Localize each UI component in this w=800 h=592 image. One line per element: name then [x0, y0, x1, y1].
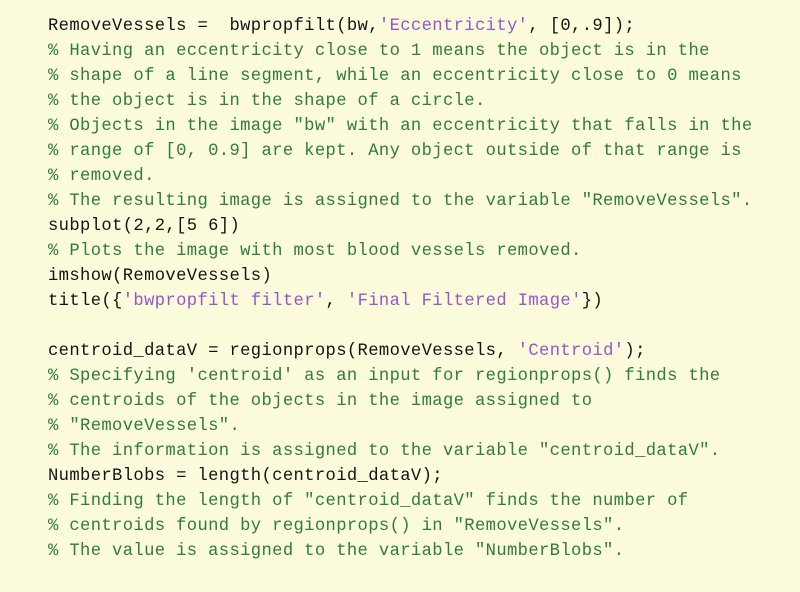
code-token-comment: % The information is assigned to the var… [48, 442, 721, 461]
code-line: centroid_dataV = regionprops(RemoveVesse… [48, 339, 800, 364]
code-token-plain: centroid_dataV = regionprops(RemoveVesse… [48, 342, 518, 361]
code-token-comment: % Specifying 'centroid' as an input for … [48, 367, 721, 386]
code-token-string: 'Eccentricity' [378, 17, 529, 36]
code-line: % Having an eccentricity close to 1 mean… [48, 39, 800, 64]
code-line: imshow(RemoveVessels) [48, 264, 800, 289]
code-token-comment: % range of [0, 0.9] are kept. Any object… [48, 142, 742, 161]
code-token-comment: % centroids of the objects in the image … [48, 392, 593, 411]
code-token-comment: % Objects in the image "bw" with an ecce… [48, 117, 753, 136]
code-line: % Specifying 'centroid' as an input for … [48, 364, 800, 389]
code-line: % The information is assigned to the var… [48, 439, 800, 464]
code-token-comment: % Having an eccentricity close to 1 mean… [48, 42, 710, 61]
code-token-plain: title({ [48, 292, 123, 311]
code-line: % Finding the length of "centroid_dataV"… [48, 489, 800, 514]
code-line: % Plots the image with most blood vessel… [48, 239, 800, 264]
code-line: % The value is assigned to the variable … [48, 539, 800, 564]
code-token-comment: % shape of a line segment, while an ecce… [48, 67, 742, 86]
code-line: NumberBlobs = length(centroid_dataV); [48, 464, 800, 489]
code-line: % the object is in the shape of a circle… [48, 89, 800, 114]
code-line: % Objects in the image "bw" with an ecce… [48, 114, 800, 139]
code-line: % "RemoveVessels". [48, 414, 800, 439]
code-token-plain: subplot(2,2,[5 6]) [48, 217, 241, 236]
code-line: % removed. [48, 164, 800, 189]
code-line: % centroids of the objects in the image … [48, 389, 800, 414]
code-token-plain: }) [581, 292, 604, 311]
code-editor-surface[interactable]: RemoveVessels = bwpropfilt(bw,'Eccentric… [0, 0, 800, 592]
code-token-string: 'bwpropfilt filter' [122, 292, 326, 311]
code-token-comment: % "RemoveVessels". [48, 417, 241, 436]
code-line: % centroids found by regionprops() in "R… [48, 514, 800, 539]
code-token-comment: % centroids found by regionprops() in "R… [48, 517, 625, 536]
code-token-plain: , [0,.9]); [528, 17, 636, 36]
code-token-comment: % The value is assigned to the variable … [48, 542, 625, 561]
code-token-comment: % removed. [48, 167, 155, 186]
code-token-plain: imshow(RemoveVessels) [48, 267, 273, 286]
code-listing: RemoveVessels = bwpropfilt(bw,'Eccentric… [48, 14, 800, 564]
code-token-plain: ); [624, 342, 646, 361]
code-line: % shape of a line segment, while an ecce… [48, 64, 800, 89]
code-token-comment: % The resulting image is assigned to the… [48, 192, 753, 211]
code-line: RemoveVessels = bwpropfilt(bw,'Eccentric… [48, 14, 800, 39]
code-token-comment: % the object is in the shape of a circle… [48, 92, 486, 111]
code-line: title({'bwpropfilt filter', 'Final Filte… [48, 289, 800, 314]
code-token-comment: % Plots the image with most blood vessel… [48, 242, 582, 261]
code-line: % range of [0, 0.9] are kept. Any object… [48, 139, 800, 164]
code-token-plain: RemoveVessels = bwpropfilt(bw, [48, 17, 379, 36]
code-token-plain: NumberBlobs = length(centroid_dataV); [48, 467, 443, 486]
code-line: % The resulting image is assigned to the… [48, 189, 800, 214]
code-token-plain: , [325, 292, 347, 311]
code-token-comment: % Finding the length of "centroid_dataV"… [48, 492, 689, 511]
code-token-string: 'Final Filtered Image' [346, 292, 582, 311]
code-line: subplot(2,2,[5 6]) [48, 214, 800, 239]
code-token-string: 'Centroid' [517, 342, 625, 361]
